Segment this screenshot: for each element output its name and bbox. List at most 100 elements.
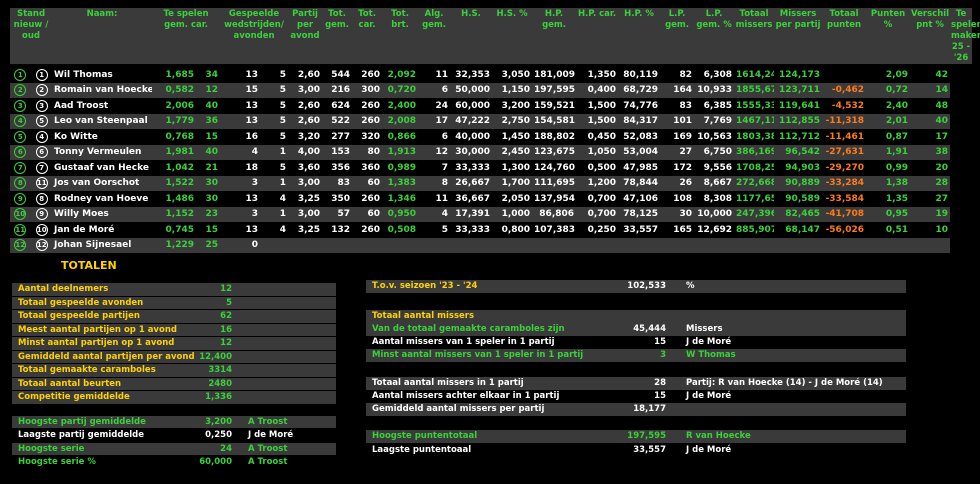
stat-row: Hoogste puntentotaal 197,595 R van Hoeck… <box>366 430 906 443</box>
cell-car: 25 <box>196 237 221 253</box>
cell-hp-car <box>532 237 577 253</box>
hdr-hp-car: H.P. car. <box>576 8 619 64</box>
cell-te-maken: 14 <box>910 82 951 98</box>
stat-value: 15 <box>654 391 666 401</box>
new-rank-badge: 1 <box>14 68 27 81</box>
player-name: Jan de Moré <box>52 222 152 238</box>
cell-missers-per-partij: 10,933 <box>694 82 735 98</box>
stat-row: Minst aantal missers van 1 speler in 1 p… <box>366 349 906 362</box>
cell-te-maken: 48 <box>910 98 951 114</box>
stat-label: Hoogste serie % <box>18 457 96 467</box>
cell-tot-gem: 356 <box>322 160 353 176</box>
cell-tot-car: 60 <box>352 175 383 191</box>
stat-row: Meest aantal partijen op 1 avond 16 <box>12 323 336 336</box>
cell-gem: 0,582 <box>152 82 196 98</box>
cell-missers-per-partij: 10,563 <box>694 129 735 145</box>
cell-avonden <box>260 237 289 253</box>
stat-label: Laagste puntentoaal <box>372 445 472 455</box>
cell-lp-gem: 68,729 <box>618 82 661 98</box>
stat-label: Totaal aantal missers in 1 partij <box>372 378 524 388</box>
hdr-partij-per-avond: Partij per avond <box>288 8 323 64</box>
cell-alg-gem: 1,346 <box>382 191 419 207</box>
cell-totaal-missers: 172 <box>660 160 695 176</box>
cell-hs: 11 <box>418 191 451 207</box>
stat-label: Hoogste puntentotaal <box>372 431 478 441</box>
stat-extra: A Troost <box>248 457 288 467</box>
table-row: 7 7 Gustaaf van Hecke 1,042 21 18 5 3,60 356 360… <box>10 160 972 176</box>
stat-row: Totaal aantal missers in 1 partij 28 Par… <box>366 377 906 390</box>
cell-te-spelen <box>866 237 911 253</box>
cell-lp-gem: 47,985 <box>618 160 661 176</box>
stat-label: Laagste partij gemiddelde <box>18 430 144 440</box>
cell-hs-pct: 30,000 <box>450 144 493 160</box>
stat-row: Hoogste partij gemiddelde 3,200 A Troost <box>12 415 336 428</box>
cell-hs-pct: 32,353 <box>450 64 493 83</box>
cell-hp-pct: 0,400 <box>576 82 619 98</box>
standings-table: Stand nieuw / oud Naam: Te spelen gem. c… <box>10 8 980 253</box>
cell-tot-car <box>352 237 383 253</box>
cell-gem: 1,779 <box>152 113 196 129</box>
cell-partij-per-avond: 3,20 <box>288 129 323 145</box>
cell-lp-gem: 78,844 <box>618 175 661 191</box>
cell-tot-gem: 216 <box>322 82 353 98</box>
cell-gem: 1,486 <box>152 191 196 207</box>
rank-cell: 7 7 <box>10 160 52 176</box>
cell-avonden: 5 <box>260 98 289 114</box>
player-name: Gustaaf van Hecke <box>52 160 152 176</box>
stat-label: Totaal aantal beurten <box>18 378 122 389</box>
header-row: Stand nieuw / oud Naam: Te spelen gem. c… <box>10 8 980 64</box>
stat-value: 1,336 <box>205 392 232 402</box>
cell-alg-gem: 0,950 <box>382 206 419 222</box>
hdr-stand: Stand nieuw / oud <box>10 8 52 64</box>
cell-te-maken: 40 <box>910 113 951 129</box>
cell-hs-pct: 50,000 <box>450 82 493 98</box>
cell-verschil: -33,284 <box>822 175 867 191</box>
cell-wedstrijden: 16 <box>220 129 261 145</box>
cell-hs <box>418 237 451 253</box>
cell-hp-gem: 3,200 <box>492 98 533 114</box>
cell-te-spelen: 0,99 <box>866 160 911 176</box>
cell-totaal-missers: 169 <box>660 129 695 145</box>
old-rank-badge: 7 <box>35 161 48 174</box>
cell-te-spelen: 0,87 <box>866 129 911 145</box>
cell-totaal-punten: 1803,385 <box>734 129 775 145</box>
cell-totaal-punten: 272,668 <box>734 175 775 191</box>
rank-cell: 5 4 <box>10 129 52 145</box>
stat-value: 3314 <box>208 365 232 375</box>
new-rank-badge: 11 <box>14 223 27 236</box>
cell-totaal-punten: 1555,334 <box>734 98 775 114</box>
stat-extra: J de Moré <box>686 391 732 401</box>
cell-te-spelen: 0,51 <box>866 222 911 238</box>
cell-hp-car: 197,595 <box>532 82 577 98</box>
cell-missers-per-partij: 7,769 <box>694 113 735 129</box>
cell-car: 21 <box>196 160 221 176</box>
cell-te-maken: 42 <box>910 64 951 83</box>
table-row: 3 3 Aad Troost 2,006 40 13 5 2,60 624 260 2,400 24… <box>10 98 972 114</box>
cell-verschil: -56,026 <box>822 222 867 238</box>
cell-hp-pct: 1,200 <box>576 175 619 191</box>
cell-totaal-punten: 386,169 <box>734 144 775 160</box>
cell-partij-per-avond: 3,25 <box>288 191 323 207</box>
stat-row: Totaal gespeelde avonden 5 <box>12 296 336 309</box>
cell-hs: 24 <box>418 98 451 114</box>
stat-row: Competitie gemiddelde 1,336 <box>12 391 336 404</box>
new-rank-badge: 7 <box>14 161 27 174</box>
cell-hs: 4 <box>418 206 451 222</box>
new-rank-badge: 8 <box>14 177 27 190</box>
cell-lp-gem: 52,083 <box>618 129 661 145</box>
cell-partij-per-avond: 3,00 <box>288 206 323 222</box>
cell-totaal-missers: 82 <box>660 64 695 83</box>
stat-label: Aantal deelnemers <box>18 284 109 294</box>
old-rank-badge: 4 <box>35 130 48 143</box>
cell-car: 15 <box>196 222 221 238</box>
stat-row: Hoogste serie % 60,000 A Troost <box>12 456 336 469</box>
cell-avonden: 1 <box>260 175 289 191</box>
hdr-totaal-missers: Totaal missers <box>734 8 775 64</box>
cell-te-spelen: 1,38 <box>866 175 911 191</box>
old-rank-badge: 3 <box>35 99 48 112</box>
cell-car: 40 <box>196 98 221 114</box>
rank-cell: 6 6 <box>10 144 52 160</box>
cell-hp-gem: 1,150 <box>492 82 533 98</box>
cell-punten-pct: 94,903 <box>774 160 823 176</box>
cell-hp-car: 181,009 <box>532 64 577 83</box>
